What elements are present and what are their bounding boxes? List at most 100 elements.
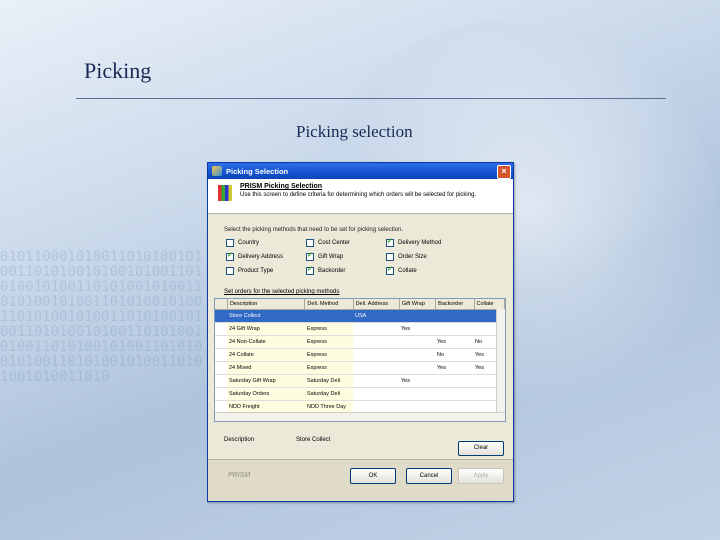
table-cell[interactable]	[305, 310, 353, 322]
orders-grid: Description Deli. Method Deli. Address G…	[214, 298, 506, 422]
checkbox-order-size[interactable]: Order Size	[386, 253, 466, 261]
grid-column-header[interactable]: Collate	[475, 299, 505, 309]
grid-header: Description Deli. Method Deli. Address G…	[215, 299, 505, 310]
app-icon	[212, 166, 222, 176]
table-cell[interactable]	[399, 349, 435, 361]
row-selector[interactable]	[215, 323, 227, 335]
checkbox-box[interactable]	[306, 265, 314, 275]
grid-column-header[interactable]: Deli. Address	[354, 299, 400, 309]
header-description: Use this screen to define criteria for d…	[240, 192, 477, 198]
table-cell[interactable]: 24 Non-Collate	[227, 336, 305, 348]
description-label: Description	[224, 437, 255, 443]
table-cell[interactable]: Express	[305, 323, 353, 335]
checkbox-cost-center[interactable]: Cost Center	[306, 239, 386, 247]
table-row[interactable]: Store Collect USA	[215, 310, 505, 323]
vertical-scrollbar[interactable]	[496, 309, 505, 413]
checkbox-product-type[interactable]: Product Type	[226, 267, 306, 275]
table-cell[interactable]: Express	[305, 362, 353, 374]
table-cell[interactable]	[399, 310, 435, 322]
grid-body: Store Collect USA 24 Gift Wrap Express Yes 24…	[215, 310, 505, 421]
checkbox-box[interactable]	[306, 239, 314, 247]
table-cell[interactable]	[399, 336, 435, 348]
table-cell[interactable]	[353, 349, 399, 361]
table-cell[interactable]: Yes	[399, 323, 435, 335]
picking-method-checkboxes: Country Cost Center Delivery Method Deli…	[226, 237, 496, 275]
ok-button[interactable]: OK	[350, 468, 396, 484]
checkbox-box[interactable]	[386, 237, 394, 247]
table-cell[interactable]: 24 Mixed	[227, 362, 305, 374]
table-cell[interactable]: Saturday Orders	[227, 388, 305, 400]
table-row[interactable]: Saturday Gift Wrap Saturday Deli Yes	[215, 375, 505, 388]
row-selector[interactable]	[215, 349, 227, 361]
table-cell[interactable]: Saturday Gift Wrap	[227, 375, 305, 387]
checkbox-label: Product Type	[238, 268, 274, 274]
table-cell[interactable]	[435, 310, 473, 322]
table-cell[interactable]: Express	[305, 349, 353, 361]
table-cell[interactable]: Yes	[435, 362, 473, 374]
clear-button[interactable]: Clear	[458, 441, 504, 456]
grid-column-header[interactable]: Gift Wrap	[400, 299, 437, 309]
set-orders-link[interactable]: Set orders for the selected picking meth…	[224, 289, 339, 295]
checkbox-label: Cost Center	[318, 240, 351, 246]
checkbox-box[interactable]	[386, 265, 394, 275]
slide-title: Picking	[84, 58, 152, 83]
checkbox-gift-wrap[interactable]: Gift Wrap	[306, 251, 386, 261]
table-cell[interactable]	[353, 375, 399, 387]
row-selector[interactable]	[215, 310, 227, 322]
table-row[interactable]: 24 Non-Collate Express Yes No	[215, 336, 505, 349]
table-cell[interactable]	[353, 362, 399, 374]
table-cell[interactable]	[435, 323, 473, 335]
table-cell[interactable]: Express	[305, 336, 353, 348]
table-cell[interactable]	[435, 388, 473, 400]
table-cell[interactable]: Saturday Deli	[305, 388, 353, 400]
checkbox-country[interactable]: Country	[226, 239, 306, 247]
checkbox-backorder[interactable]: Backorder	[306, 265, 386, 275]
grid-column-header[interactable]: Description	[228, 299, 306, 309]
table-cell[interactable]	[399, 388, 435, 400]
table-row[interactable]: 24 Mixed Express Yes Yes	[215, 362, 505, 375]
table-cell[interactable]	[399, 362, 435, 374]
window-footer: PRISM OK Cancel Apply	[208, 459, 513, 501]
table-cell[interactable]: Yes	[399, 375, 435, 387]
checkbox-box[interactable]	[226, 267, 234, 275]
table-cell[interactable]: USA	[353, 310, 399, 322]
checkbox-collate[interactable]: Collate	[386, 265, 466, 275]
table-cell[interactable]: 24 Gift Wrap	[227, 323, 305, 335]
table-cell[interactable]: Store Collect	[227, 310, 305, 322]
apply-button[interactable]: Apply	[458, 468, 504, 484]
table-cell[interactable]: 24 Collate	[227, 349, 305, 361]
grid-column-header[interactable]: Backorder	[436, 299, 475, 309]
table-cell[interactable]	[353, 323, 399, 335]
row-selector[interactable]	[215, 388, 227, 400]
horizontal-scrollbar[interactable]	[215, 412, 505, 421]
checkbox-box[interactable]	[226, 239, 234, 247]
table-row[interactable]: 24 Collate Express No Yes	[215, 349, 505, 362]
window-titlebar[interactable]: Picking Selection	[208, 163, 513, 179]
grid-column-header[interactable]	[215, 299, 228, 309]
row-selector[interactable]	[215, 362, 227, 374]
title-divider	[76, 98, 666, 99]
cancel-button[interactable]: Cancel	[406, 468, 452, 484]
table-row[interactable]: Saturday Orders Saturday Deli	[215, 388, 505, 401]
checkbox-box[interactable]	[306, 251, 314, 261]
grid-column-header[interactable]: Deli. Method	[305, 299, 354, 309]
table-cell[interactable]: No	[435, 349, 473, 361]
checkbox-box[interactable]	[226, 251, 234, 261]
header-title: PRISM Picking Selection	[240, 183, 323, 190]
description-value: Store Collect	[296, 437, 331, 443]
table-cell[interactable]: Yes	[435, 336, 473, 348]
row-selector[interactable]	[215, 336, 227, 348]
prism-logo-icon	[218, 185, 232, 201]
table-cell[interactable]	[435, 375, 473, 387]
checkbox-delivery-address[interactable]: Delivery Address	[226, 251, 306, 261]
row-selector[interactable]	[215, 375, 227, 387]
checkbox-delivery-method[interactable]: Delivery Method	[386, 237, 466, 247]
table-cell[interactable]: Saturday Deli	[305, 375, 353, 387]
footer-logo: PRISM	[228, 472, 251, 479]
checkbox-box[interactable]	[386, 253, 394, 261]
picking-selection-window: Picking Selection × PRISM Picking Select…	[207, 162, 514, 502]
table-cell[interactable]	[353, 336, 399, 348]
table-cell[interactable]	[353, 388, 399, 400]
table-row[interactable]: 24 Gift Wrap Express Yes	[215, 323, 505, 336]
close-icon[interactable]: ×	[497, 165, 511, 179]
